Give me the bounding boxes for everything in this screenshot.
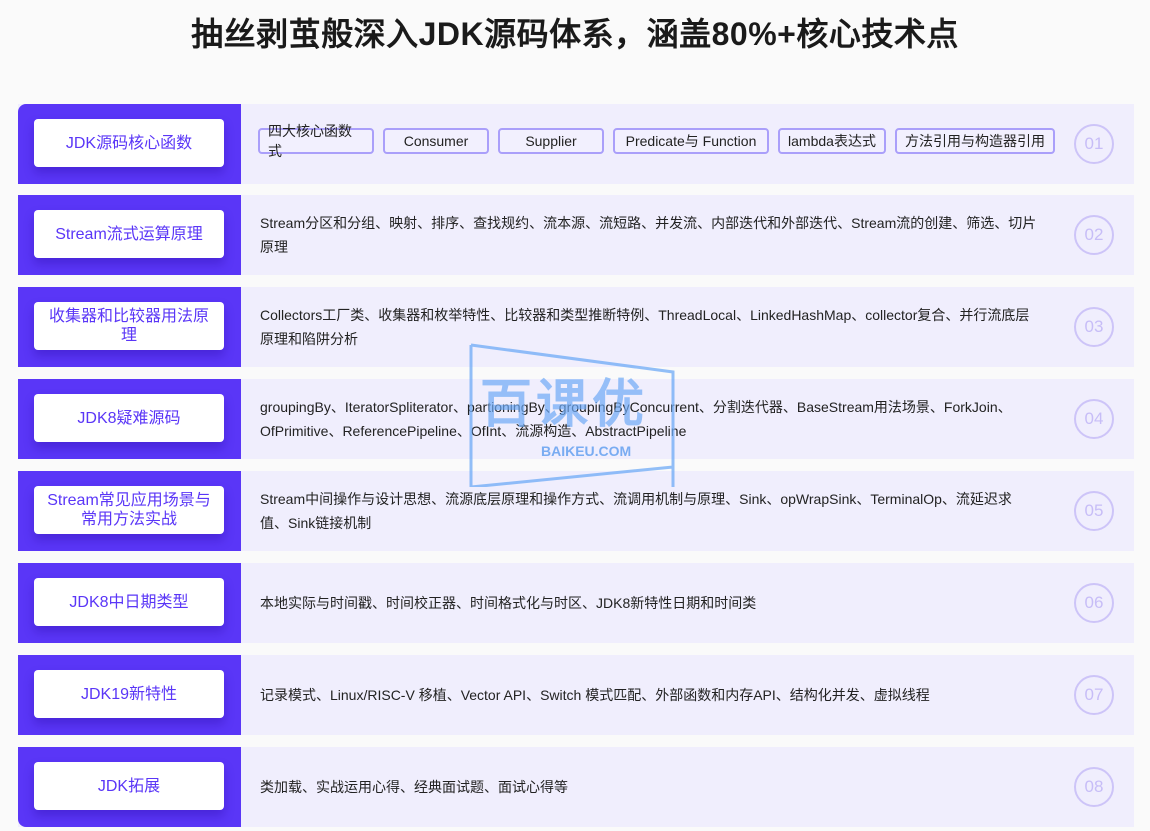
module-number: 02 bbox=[1074, 215, 1114, 255]
chip[interactable]: Consumer bbox=[383, 128, 489, 154]
page-title: 抽丝剥茧般深入JDK源码体系，涵盖80%+核心技术点 bbox=[191, 16, 959, 52]
module-label[interactable]: JDK拓展 bbox=[34, 762, 224, 810]
description-line: 记录模式、Linux/RISC-V 移植、Vector API、Switch 模… bbox=[260, 687, 930, 703]
module-label[interactable]: JDK源码核心函数 bbox=[34, 119, 224, 167]
chip-list: 四大核心函数式 Consumer Supplier Predicate与 Fun… bbox=[258, 123, 1055, 159]
description-line: 原理和陷阱分析 bbox=[260, 331, 358, 347]
module-description: Collectors工厂类、收集器和枚举特性、比较器和类型推断特例、Thread… bbox=[260, 287, 1060, 367]
description-line: 本地实际与时间戳、时间校正器、时间格式化与时区、JDK8新特性日期和时间类 bbox=[260, 595, 757, 611]
chip[interactable]: Supplier bbox=[498, 128, 604, 154]
module-label-panel: JDK19新特性 bbox=[18, 655, 241, 735]
module-label-panel: JDK源码核心函数 bbox=[18, 104, 241, 184]
module-description: Stream分区和分组、映射、排序、查找规约、流本源、流短路、并发流、内部迭代和… bbox=[260, 195, 1060, 275]
module-content: 类加载、实战运用心得、经典面试题、面试心得等 08 bbox=[241, 747, 1134, 827]
module-description: 类加载、实战运用心得、经典面试题、面试心得等 bbox=[260, 747, 1060, 827]
module-description: groupingBy、IteratorSpliterator、partionin… bbox=[260, 379, 1060, 459]
module-number: 08 bbox=[1074, 767, 1114, 807]
description-line: 原理 bbox=[260, 239, 288, 255]
chip[interactable]: lambda表达式 bbox=[778, 128, 886, 154]
module-description: 本地实际与时间戳、时间校正器、时间格式化与时区、JDK8新特性日期和时间类 bbox=[260, 563, 1060, 643]
module-number: 03 bbox=[1074, 307, 1114, 347]
module-number: 05 bbox=[1074, 491, 1114, 531]
module-row: 收集器和比较器用法原理 Collectors工厂类、收集器和枚举特性、比较器和类… bbox=[18, 287, 1134, 367]
module-description: Stream中间操作与设计思想、流源底层原理和操作方式、流调用机制与原理、Sin… bbox=[260, 471, 1060, 551]
module-content: 记录模式、Linux/RISC-V 移植、Vector API、Switch 模… bbox=[241, 655, 1134, 735]
module-row: Stream流式运算原理 Stream分区和分组、映射、排序、查找规约、流本源、… bbox=[18, 195, 1134, 275]
module-row: JDK拓展 类加载、实战运用心得、经典面试题、面试心得等 08 bbox=[18, 747, 1134, 827]
module-content: 四大核心函数式 Consumer Supplier Predicate与 Fun… bbox=[241, 104, 1134, 184]
module-content: Collectors工厂类、收集器和枚举特性、比较器和类型推断特例、Thread… bbox=[241, 287, 1134, 367]
chip[interactable]: 方法引用与构造器引用 bbox=[895, 128, 1055, 154]
chip[interactable]: Predicate与 Function bbox=[613, 128, 769, 154]
module-label-panel: 收集器和比较器用法原理 bbox=[18, 287, 241, 367]
module-description: 记录模式、Linux/RISC-V 移植、Vector API、Switch 模… bbox=[260, 655, 1060, 735]
module-row: JDK8中日期类型 本地实际与时间戳、时间校正器、时间格式化与时区、JDK8新特… bbox=[18, 563, 1134, 643]
module-number: 01 bbox=[1074, 124, 1114, 164]
module-label-panel: JDK8中日期类型 bbox=[18, 563, 241, 643]
module-row: JDK19新特性 记录模式、Linux/RISC-V 移植、Vector API… bbox=[18, 655, 1134, 735]
module-label[interactable]: 收集器和比较器用法原理 bbox=[34, 302, 224, 350]
module-label-panel: Stream流式运算原理 bbox=[18, 195, 241, 275]
module-label-panel: Stream常见应用场景与常用方法实战 bbox=[18, 471, 241, 551]
description-line: 类加载、实战运用心得、经典面试题、面试心得等 bbox=[260, 779, 568, 795]
module-label[interactable]: Stream常见应用场景与常用方法实战 bbox=[34, 486, 224, 534]
module-row: JDK源码核心函数 四大核心函数式 Consumer Supplier Pred… bbox=[18, 104, 1134, 184]
description-line: Stream中间操作与设计思想、流源底层原理和操作方式、流调用机制与原理、Sin… bbox=[260, 491, 1012, 507]
description-line: 值、Sink链接机制 bbox=[260, 515, 372, 531]
chip[interactable]: 四大核心函数式 bbox=[258, 123, 374, 159]
module-label[interactable]: JDK19新特性 bbox=[34, 670, 224, 718]
module-number: 07 bbox=[1074, 675, 1114, 715]
module-label-panel: JDK8疑难源码 bbox=[18, 379, 241, 459]
description-line: Stream分区和分组、映射、排序、查找规约、流本源、流短路、并发流、内部迭代和… bbox=[260, 215, 1037, 231]
module-row: Stream常见应用场景与常用方法实战 Stream中间操作与设计思想、流源底层… bbox=[18, 471, 1134, 551]
module-content: 本地实际与时间戳、时间校正器、时间格式化与时区、JDK8新特性日期和时间类 06 bbox=[241, 563, 1134, 643]
description-line: Collectors工厂类、收集器和枚举特性、比较器和类型推断特例、Thread… bbox=[260, 307, 1030, 323]
module-label-panel: JDK拓展 bbox=[18, 747, 241, 827]
module-label[interactable]: JDK8疑难源码 bbox=[34, 394, 224, 442]
module-content: Stream分区和分组、映射、排序、查找规约、流本源、流短路、并发流、内部迭代和… bbox=[241, 195, 1134, 275]
module-content: Stream中间操作与设计思想、流源底层原理和操作方式、流调用机制与原理、Sin… bbox=[241, 471, 1134, 551]
watermark-text: 百课优 bbox=[480, 376, 649, 434]
watermark-subtext: BAIKEU.COM bbox=[541, 443, 632, 459]
module-number: 06 bbox=[1074, 583, 1114, 623]
module-label[interactable]: Stream流式运算原理 bbox=[34, 210, 224, 258]
module-label[interactable]: JDK8中日期类型 bbox=[34, 578, 224, 626]
module-number: 04 bbox=[1074, 399, 1114, 439]
module-content: groupingBy、IteratorSpliterator、partionin… bbox=[241, 379, 1134, 459]
